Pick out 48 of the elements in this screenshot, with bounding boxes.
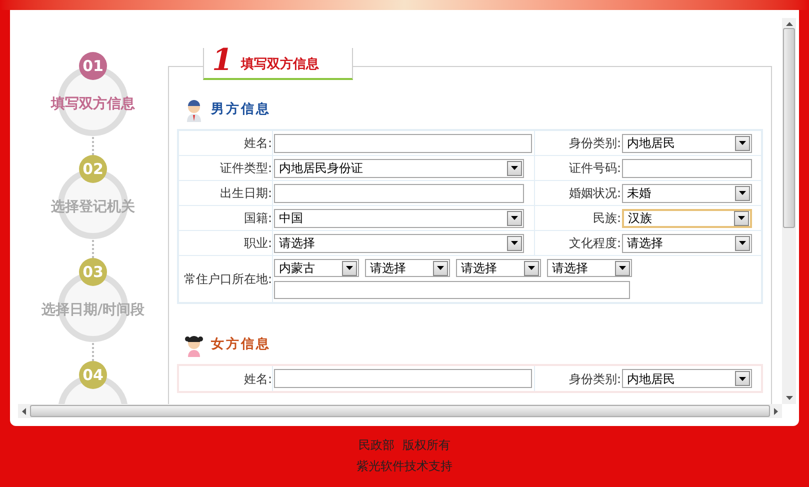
field-label: 常住户口所在地: (184, 271, 272, 288)
field-label: 姓名: (244, 135, 272, 152)
select-field[interactable]: 请选择 (622, 234, 752, 252)
scroll-down-icon[interactable] (786, 396, 792, 400)
select-field[interactable]: 内地居民 (622, 369, 752, 388)
field-label: 出生日期: (220, 185, 272, 202)
select-field[interactable]: 请选择 (274, 234, 524, 252)
field-label: 身份类别: (568, 370, 621, 388)
select-field[interactable]: 请选择 (365, 259, 450, 277)
field-label: 国籍: (244, 210, 272, 227)
select-field[interactable]: 中国 (274, 208, 524, 228)
step-number-badge: 02 (79, 155, 107, 183)
step-number-badge: 04 (79, 361, 107, 389)
select-field[interactable]: 内地居民 (622, 134, 752, 152)
field-label: 身份类别: (568, 135, 621, 152)
section-title: 男方信息 (211, 100, 271, 120)
scroll-thumb[interactable] (30, 405, 770, 417)
field-label: 民族: (592, 210, 621, 227)
girl-avatar-icon (185, 333, 203, 357)
scroll-right-icon[interactable] (774, 408, 778, 414)
horizontal-scrollbar[interactable] (18, 404, 782, 418)
vertical-scrollbar[interactable] (782, 18, 796, 404)
text-input-field[interactable] (622, 158, 752, 178)
field-label: 姓名: (244, 370, 272, 388)
select-field[interactable]: 请选择 (456, 259, 541, 277)
scroll-thumb[interactable] (783, 28, 795, 228)
field-label: 文化程度: (568, 235, 621, 252)
select-field[interactable]: 请选择 (547, 259, 632, 277)
select-field[interactable]: 内蒙古 (274, 259, 359, 277)
scroll-left-icon[interactable] (22, 408, 26, 414)
address-input-field[interactable] (274, 281, 630, 299)
field-label: 证件类型: (220, 160, 272, 177)
section-title: 女方信息 (211, 336, 271, 354)
footer-text: 紫光软件技术支持 (356, 458, 452, 475)
step-number-badge: 03 (79, 258, 107, 286)
field-label: 证件号码: (568, 160, 621, 177)
step-number-badge: 01 (79, 52, 107, 80)
text-input-field[interactable] (274, 184, 524, 202)
field-label: 职业: (244, 235, 272, 252)
text-input-field[interactable] (274, 134, 532, 152)
scroll-up-icon[interactable] (786, 22, 792, 26)
select-field[interactable]: 内地居民身份证 (274, 158, 524, 178)
man-avatar-icon (185, 98, 203, 122)
footer-text: 民政部 版权所有 (358, 437, 450, 454)
field-label: 婚姻状况: (568, 185, 621, 202)
text-input-field[interactable] (274, 369, 532, 388)
select-field[interactable]: 未婚 (622, 184, 752, 202)
select-field[interactable]: 汉族 (622, 208, 752, 228)
